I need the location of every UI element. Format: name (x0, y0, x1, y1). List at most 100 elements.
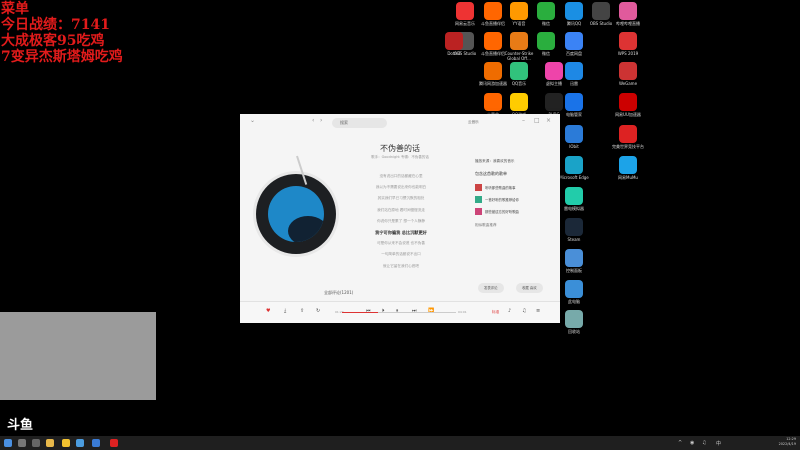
desktop-icon[interactable]: 百度网盘 (556, 32, 592, 61)
pause-icon[interactable]: ⏸ (396, 308, 399, 314)
desktop-icon[interactable]: 迅雷 (556, 62, 592, 91)
playlist-thumbnail (475, 195, 482, 203)
desktop-icon-label: 完美世界竞技平台 (612, 144, 644, 149)
tray-chevron-icon[interactable]: ^ (678, 440, 682, 446)
lyric-line: 可是你从来不会说谎 也不伪善 (377, 241, 425, 246)
similar-songs-link[interactable]: 相似歌曲推荐 (475, 223, 555, 228)
next-icon[interactable]: ⏭ (412, 308, 417, 314)
desktop-icon[interactable]: 雷电模拟器 (556, 187, 592, 216)
app-icon (510, 2, 528, 20)
lyrics-panel: 没有说出口的话都藏在心里 我以为不需要说出来你也能明白 其实我们早已习惯沉默的相处我… (356, 171, 446, 272)
app-icon (484, 93, 502, 111)
douyu-logo: 斗鱼 (7, 418, 34, 433)
desktop-icon[interactable]: 哔哩哔哩直播 (610, 2, 646, 31)
app-icon (565, 218, 583, 236)
playlist-icon[interactable]: ≡ (536, 308, 540, 314)
download-icon[interactable]: ⤓ (284, 308, 286, 314)
effects-icon[interactable]: ♫ (522, 308, 526, 314)
skip-icon[interactable]: ⏩ (428, 308, 434, 314)
app-icon (510, 62, 528, 80)
desktop-icon[interactable]: 回收站 (556, 310, 592, 339)
desktop-icon[interactable]: 网易MuMu (610, 156, 646, 185)
comment-button[interactable]: 发表评论 (478, 283, 504, 293)
volume-icon[interactable]: ♪ (508, 308, 511, 314)
clock[interactable]: 12:29 2022/4/19 (779, 437, 796, 447)
search-input[interactable]: 搜索 (332, 118, 387, 128)
quality-label[interactable]: 标准 (492, 310, 499, 315)
volume-tray-icon[interactable]: ♫ (702, 440, 706, 446)
desktop-icon-label: 此电脑 (568, 299, 580, 304)
maximize-icon[interactable]: □ (534, 117, 540, 124)
file-explorer-icon[interactable] (46, 439, 54, 447)
lyric-line: 其实我们早已习惯沉默的相处 (377, 196, 425, 201)
desktop-icon-label: Steam (567, 237, 581, 242)
minimize-icon[interactable]: – (522, 117, 525, 124)
desktop-icon-label: 迅雷 (570, 81, 578, 86)
app-icon (565, 125, 583, 143)
qq-icon[interactable] (92, 439, 100, 447)
app-icon (565, 280, 583, 298)
side-panel: 播放来源：我喜欢的音乐 包含这首歌的歌单 听听那些歌曲的故事一首好听的歌推荐给你… (475, 159, 555, 228)
playlist-list: 听听那些歌曲的故事一首好听的歌推荐给你那些被遗忘的好听歌曲 (475, 182, 555, 216)
desktop-icon-label: 网易UU加速器 (615, 112, 641, 117)
app-icon (537, 32, 555, 50)
prev-icon[interactable]: ⏮ (366, 308, 371, 314)
desktop-icon[interactable]: Dota 2 (436, 32, 472, 61)
desktop-icon[interactable]: 完美世界竞技平台 (610, 125, 646, 154)
search-icon[interactable] (18, 439, 26, 447)
app-icon (537, 2, 555, 20)
music-player-window[interactable]: ⌄ ‹ › 搜索 云音乐 – □ × 不伪善的话 歌手：Goodnight 专辑… (240, 114, 560, 323)
play-icon[interactable]: ⏵ (382, 308, 385, 314)
desktop-icon[interactable]: 此电脑 (556, 280, 592, 309)
task-view-icon[interactable] (32, 439, 40, 447)
desktop-icon-label: WPS 2019 (617, 51, 639, 56)
desktop-icon-label: 控制面板 (566, 268, 582, 273)
app-icon (484, 32, 502, 50)
like-icon[interactable]: ♥ (266, 308, 270, 314)
desktop-icon[interactable]: 电脑管家 (556, 93, 592, 122)
share-icon[interactable]: ⇪ (300, 308, 304, 314)
start-icon[interactable] (4, 439, 12, 447)
lyric-line: 我以为不需要说出来你也能明白 (375, 185, 427, 190)
app-icon (565, 310, 583, 328)
netease-music-icon[interactable] (110, 439, 118, 447)
active-lyric-line: 我宁可你骗我 总比沉默更好 (375, 229, 427, 235)
loop-icon[interactable]: ↻ (316, 308, 320, 314)
app-icon (592, 2, 610, 20)
network-icon[interactable]: ◉ (690, 440, 694, 446)
desktop-icon-label: IObit (569, 144, 579, 149)
user-label[interactable]: 云音乐 (468, 120, 479, 125)
collect-button[interactable]: 收藏 喜欢 (516, 283, 543, 293)
progress-bar[interactable] (342, 312, 456, 313)
playlist-item[interactable]: 一首好听的歌推荐给你 (475, 194, 555, 204)
playlists-heading: 包含这首歌的歌单 (475, 171, 507, 176)
folder-icon[interactable] (62, 439, 70, 447)
app-icon (565, 32, 583, 50)
playlist-item[interactable]: 那些被遗忘的好听歌曲 (475, 206, 555, 216)
desktop-icon-label: Microsoft Edge (559, 175, 589, 180)
playlist-thumbnail (475, 183, 482, 191)
desktop-icon[interactable]: 网易UU加速器 (610, 93, 646, 122)
desktop-icon[interactable]: WeGame (610, 62, 646, 91)
lyric-line: 你说你只是累了 想一个人静静 (377, 218, 425, 223)
app-icon (565, 187, 583, 205)
play-source: 播放来源：我喜欢的音乐 (475, 159, 515, 163)
app-icon (619, 2, 637, 20)
collapse-icon[interactable]: ⌄ (250, 117, 255, 124)
desktop-icon[interactable]: 控制面板 (556, 249, 592, 278)
desktop-icon[interactable]: IObit (556, 125, 592, 154)
lyric-line: 没有说出口的话都藏在心里 (379, 174, 423, 178)
desktop-icon[interactable]: WPS 2019 (610, 32, 646, 61)
playlist-name: 一首好听的歌推荐给你 (485, 197, 519, 202)
forward-icon[interactable]: › (320, 117, 322, 124)
back-icon[interactable]: ‹ (312, 117, 314, 124)
comments-link[interactable]: 全部评论(1201) (324, 290, 353, 296)
close-icon[interactable]: × (546, 117, 551, 124)
playlist-item[interactable]: 听听那些歌曲的故事 (475, 182, 555, 192)
ime-icon[interactable]: 中 (716, 440, 721, 447)
desktop-icon[interactable]: QQ音乐 (501, 62, 537, 91)
desktop-icon[interactable]: Microsoft Edge (556, 156, 592, 185)
desktop-icon[interactable]: Steam (556, 218, 592, 247)
clock-date: 2022/4/19 (778, 442, 796, 446)
steam-icon[interactable] (76, 439, 84, 447)
